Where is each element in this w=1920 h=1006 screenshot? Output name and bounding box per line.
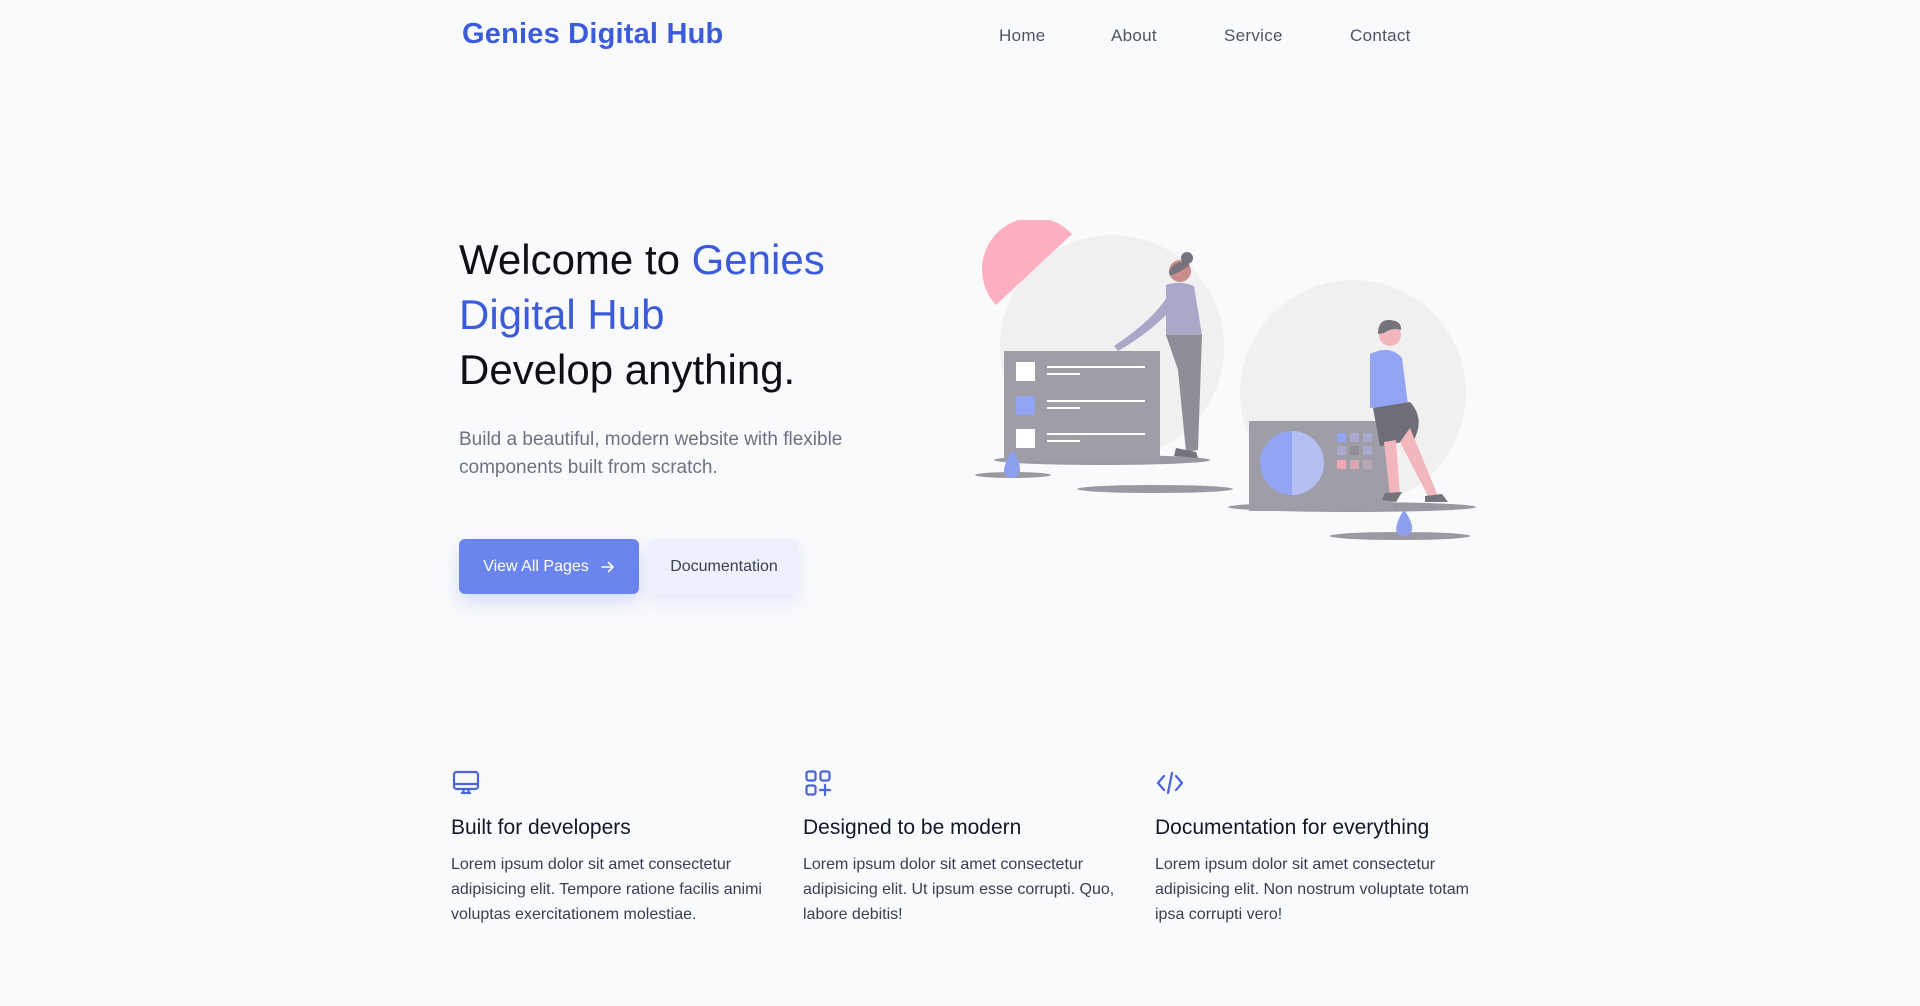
desktop-icon [452,770,480,795]
feature-text: Lorem ipsum dolor sit amet consectetur a… [803,856,1115,923]
documentation-button[interactable]: Documentation [649,539,799,594]
view-all-pages-label: View All Pages [483,557,589,575]
hero-title: Welcome to Genies Digital Hub Develop any… [459,232,919,397]
code-icon [1156,771,1184,795]
feature-card: Designed to be modern Lorem ipsum dolor … [803,768,1123,927]
nav-home[interactable]: Home [999,26,1046,46]
apps-add-icon [805,770,832,797]
feature-card: Built for developers Lorem ipsum dolor s… [451,768,771,927]
hero-subtitle: Build a beautiful, modern website with f… [459,429,843,478]
feature-text: Lorem ipsum dolor sit amet consectetur a… [451,856,762,923]
nav-service[interactable]: Service [1224,26,1283,46]
illustration-drop-right [1396,510,1413,536]
hero-title-prefix: Welcome to [459,236,692,283]
documentation-label: Documentation [670,557,778,575]
feature-title: Documentation for everything [1155,816,1430,839]
hero-illustration [975,220,1476,540]
feature-title: Designed to be modern [803,816,1022,839]
hero-title-line2: Develop anything. [459,346,796,393]
feature-card: Documentation for everything Lorem ipsum… [1155,768,1475,927]
main-nav: Home About Service Contact [0,26,1920,50]
illustration-shadow [1077,485,1233,493]
view-all-pages-button[interactable]: View All Pages [459,539,639,594]
nav-contact[interactable]: Contact [1350,26,1411,46]
arrow-right-icon [600,561,614,572]
feature-title: Built for developers [451,816,631,839]
nav-about[interactable]: About [1111,26,1157,46]
feature-text: Lorem ipsum dolor sit amet consectetur a… [1155,856,1469,923]
